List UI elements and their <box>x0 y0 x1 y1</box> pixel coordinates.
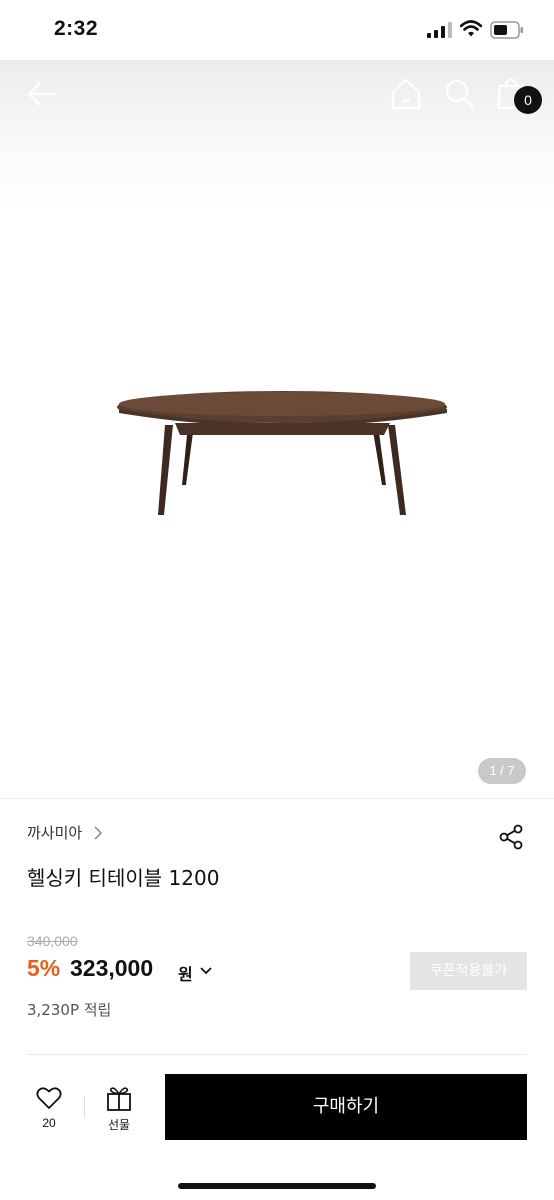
image-page-indicator: 1 / 7 <box>478 758 526 784</box>
gift-button[interactable]: 선물 <box>98 1082 140 1134</box>
original-price: 340,000 <box>27 933 78 949</box>
product-gallery[interactable]: 0 1 / 7 <box>0 60 554 798</box>
discount-rate: 5% <box>27 955 61 981</box>
reward-points: 3,230P 적립 <box>27 1001 112 1019</box>
sale-price: 323,000 <box>70 955 154 981</box>
wifi-icon <box>460 20 482 37</box>
cellular-signal-icon <box>427 22 452 38</box>
home-indicator[interactable] <box>178 1183 376 1189</box>
coupon-button[interactable]: 쿠폰적용불가 <box>410 952 527 990</box>
gift-label: 선물 <box>107 1118 131 1132</box>
wishlist-button[interactable]: 20 <box>28 1082 70 1134</box>
divider <box>84 1096 85 1118</box>
wishlist-count: 20 <box>42 1116 56 1130</box>
cart-count-badge[interactable]: 0 <box>514 86 542 114</box>
status-bar: 2:32 <box>0 0 554 60</box>
chevron-right-icon[interactable] <box>93 825 103 841</box>
currency-label: 원 <box>178 965 193 984</box>
divider <box>27 1054 527 1055</box>
divider <box>0 798 554 799</box>
search-icon[interactable] <box>442 76 476 110</box>
brand-link[interactable]: 까사미아 <box>27 822 82 843</box>
product-title: 헬싱키 티테이블 1200 <box>27 866 220 890</box>
back-arrow-icon[interactable] <box>22 78 62 110</box>
product-image-table <box>117 391 447 515</box>
battery-icon <box>490 21 523 39</box>
buy-button[interactable]: 구매하기 <box>165 1074 527 1140</box>
status-time: 2:32 <box>54 17 99 40</box>
chevron-down-icon[interactable] <box>200 966 212 976</box>
home-icon[interactable] <box>388 76 424 112</box>
share-icon[interactable] <box>498 824 524 850</box>
heart-icon <box>36 1087 62 1109</box>
gift-icon <box>107 1087 131 1111</box>
